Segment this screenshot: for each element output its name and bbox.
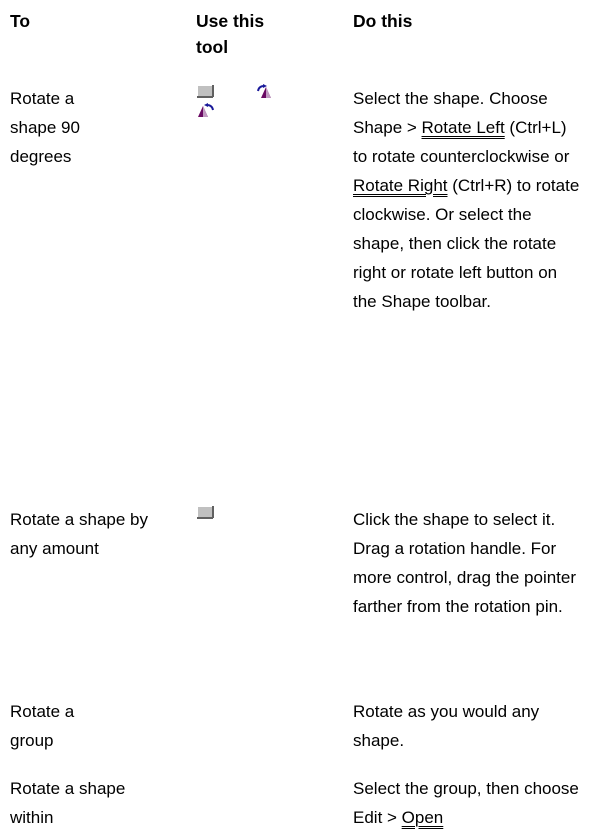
row-2-to: Rotate a shape by any amount <box>10 510 148 558</box>
rotate-left-link[interactable]: Rotate Left <box>422 118 505 137</box>
row-1-do: Select the shape. Choose Shape > Rotate … <box>353 84 585 316</box>
row-1-to: Rotate a shape 90 degrees <box>10 89 80 166</box>
header-do-this: Do this <box>353 11 413 31</box>
header-to: To <box>10 11 31 31</box>
row-2-do: Click the shape to select it. Drag a rot… <box>353 510 577 616</box>
row-4-do: Select the group, then choose Edit > Ope… <box>353 774 585 832</box>
help-table: To Use this tool Do this Rotate a shape … <box>0 0 589 827</box>
rotate-left-icon[interactable] <box>196 103 216 119</box>
row-1-do-text-3: (Ctrl+R) to rotate clockwise. Or select … <box>353 176 580 311</box>
row-2-tools <box>196 505 336 535</box>
row-3-to: Rotate a group <box>10 702 75 750</box>
rotate-right-link[interactable]: Rotate Right <box>353 176 448 195</box>
open-group-link[interactable]: Open <box>402 808 444 827</box>
header-use-this-tool: Use this tool <box>196 11 265 57</box>
rotate-right-icon[interactable] <box>255 84 275 100</box>
pointer-tool-icon[interactable] <box>196 84 216 100</box>
row-3-do: Rotate as you would any shape. <box>353 702 540 750</box>
row-1-tools <box>196 84 336 144</box>
row-4-to: Rotate a shape within <box>10 779 126 827</box>
pointer-tool-icon[interactable] <box>196 505 216 521</box>
row-4-do-text-1: Select the group, then choose Edit > <box>353 779 579 827</box>
